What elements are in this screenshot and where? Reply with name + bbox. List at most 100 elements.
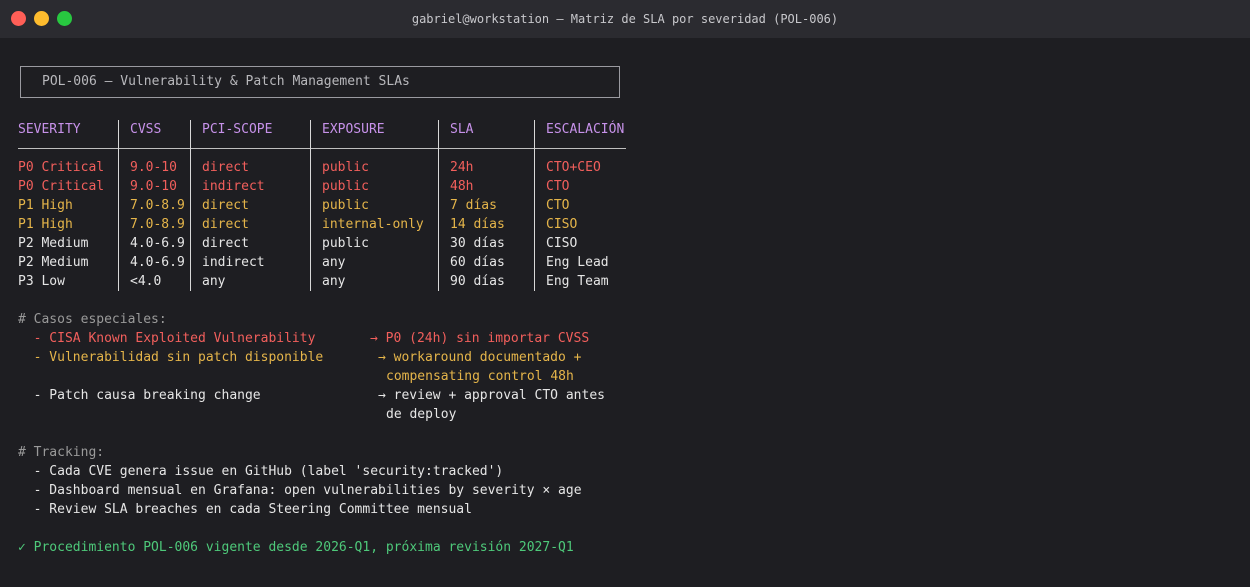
- cell-cvss: 9.0-10: [130, 160, 177, 175]
- cell-pci-scope: any: [202, 274, 226, 289]
- cell-sla: 7 días: [450, 198, 497, 213]
- column-divider: [534, 272, 535, 291]
- column-divider: [438, 253, 439, 272]
- special-case-action: → workaround documentado +: [378, 350, 582, 365]
- cell-cvss: 9.0-10: [130, 179, 177, 194]
- column-divider: [118, 234, 119, 253]
- special-case-label: - CISA Known Exploited Vulnerability: [18, 331, 316, 346]
- column-divider: [438, 139, 439, 158]
- cell-pci-scope: indirect: [202, 255, 265, 270]
- column-divider: [118, 177, 119, 196]
- column-divider: [438, 215, 439, 234]
- special-case-label: - Vulnerabilidad sin patch disponible: [18, 350, 324, 365]
- column-divider: [310, 272, 311, 291]
- cell-sla: 14 días: [450, 217, 505, 232]
- column-divider: [118, 253, 119, 272]
- column-divider: [118, 272, 119, 291]
- cell-exposure: public: [322, 160, 369, 175]
- terminal-output[interactable]: POL-006 — Vulnerability & Patch Manageme…: [18, 55, 1238, 557]
- banner-title: POL-006 — Vulnerability & Patch Manageme…: [42, 74, 410, 89]
- column-divider: [438, 234, 439, 253]
- cell-pci-scope: direct: [202, 236, 249, 251]
- column-divider: [190, 177, 191, 196]
- column-divider: [310, 158, 311, 177]
- column-divider: [118, 196, 119, 215]
- column-divider: [190, 196, 191, 215]
- cell-exposure: any: [322, 255, 346, 270]
- cell-exposure: any: [322, 274, 346, 289]
- header-pci-scope: PCI-SCOPE: [202, 122, 273, 137]
- table-row: P0 Critical 9.0-10 indirect public 48h CTO: [18, 177, 628, 196]
- column-divider: [310, 253, 311, 272]
- column-divider: [534, 253, 535, 272]
- column-divider: [438, 272, 439, 291]
- cell-pci-scope: indirect: [202, 179, 265, 194]
- cell-sla: 48h: [450, 179, 474, 194]
- special-case-item: - CISA Known Exploited Vulnerability → P0…: [18, 329, 1238, 348]
- header-cvss: CVSS: [130, 122, 162, 137]
- column-divider: [310, 139, 311, 158]
- table-header-row: SEVERITY CVSS PCI-SCOPE EXPOSURE SLA ESC…: [18, 120, 628, 139]
- column-divider: [534, 177, 535, 196]
- cell-pci-scope: direct: [202, 160, 249, 175]
- column-divider: [438, 196, 439, 215]
- header-severity: SEVERITY: [18, 122, 81, 137]
- cell-severity: P2 Medium: [18, 255, 89, 270]
- column-divider: [534, 196, 535, 215]
- column-divider: [534, 120, 535, 139]
- cell-cvss: 4.0-6.9: [130, 236, 185, 251]
- cell-cvss: 7.0-8.9: [130, 198, 185, 213]
- header-escalacion: ESCALACIÓN: [546, 122, 625, 137]
- table-row: P2 Medium 4.0-6.9 direct public 30 días CISO: [18, 234, 628, 253]
- special-case-action: → P0 (24h) sin importar CVSS: [370, 331, 590, 346]
- column-divider: [438, 120, 439, 139]
- special-case-action: → review + approval CTO antes: [378, 388, 605, 403]
- table-row: P2 Medium 4.0-6.9 indirect any 60 días Eng Le…: [18, 253, 628, 272]
- column-divider: [190, 120, 191, 139]
- special-cases-list: - CISA Known Exploited Vulnerability → P0…: [18, 329, 1238, 424]
- window-title: gabriel@workstation — Matriz de SLA por …: [411, 12, 839, 26]
- table-row: P0 Critical 9.0-10 direct public 24h CTO+CEO: [18, 158, 628, 177]
- footer-status: ✓ Procedimiento POL-006 vigente desde 20…: [18, 540, 574, 555]
- cell-sla: 24h: [450, 160, 474, 175]
- table-separator: [18, 139, 628, 158]
- column-divider: [310, 196, 311, 215]
- cell-escalacion: CISO: [546, 236, 578, 251]
- column-divider: [118, 158, 119, 177]
- column-divider: [190, 272, 191, 291]
- column-divider: [534, 158, 535, 177]
- header-sla: SLA: [450, 122, 474, 137]
- cell-exposure: public: [322, 198, 369, 213]
- table-row: P1 High 7.0-8.9 direct internal-only 14 días…: [18, 215, 628, 234]
- column-divider: [190, 253, 191, 272]
- column-divider: [118, 139, 119, 158]
- cell-severity: P2 Medium: [18, 236, 89, 251]
- column-divider: [534, 215, 535, 234]
- close-window-button[interactable]: [11, 11, 26, 26]
- cell-cvss: 7.0-8.9: [130, 217, 185, 232]
- column-divider: [190, 158, 191, 177]
- cell-escalacion: CTO: [546, 179, 570, 194]
- column-divider: [310, 120, 311, 139]
- column-divider: [190, 139, 191, 158]
- cell-escalacion: CTO: [546, 198, 570, 213]
- column-divider: [118, 215, 119, 234]
- cell-sla: 60 días: [450, 255, 505, 270]
- cell-escalacion: CTO+CEO: [546, 160, 601, 175]
- cell-pci-scope: direct: [202, 217, 249, 232]
- column-divider: [310, 177, 311, 196]
- special-case-action-continued: de deploy: [386, 407, 457, 422]
- column-divider: [118, 120, 119, 139]
- tracking-item: - Dashboard mensual en Grafana: open vul…: [18, 483, 582, 498]
- cell-severity: P3 Low: [18, 274, 65, 289]
- cell-cvss: 4.0-6.9: [130, 255, 185, 270]
- window-titlebar: gabriel@workstation — Matriz de SLA por …: [0, 0, 1250, 38]
- column-divider: [310, 234, 311, 253]
- cell-severity: P0 Critical: [18, 179, 105, 194]
- special-case-label: - Patch causa breaking change: [18, 388, 261, 403]
- minimize-window-button[interactable]: [34, 11, 49, 26]
- window-controls: [11, 11, 72, 26]
- maximize-window-button[interactable]: [57, 11, 72, 26]
